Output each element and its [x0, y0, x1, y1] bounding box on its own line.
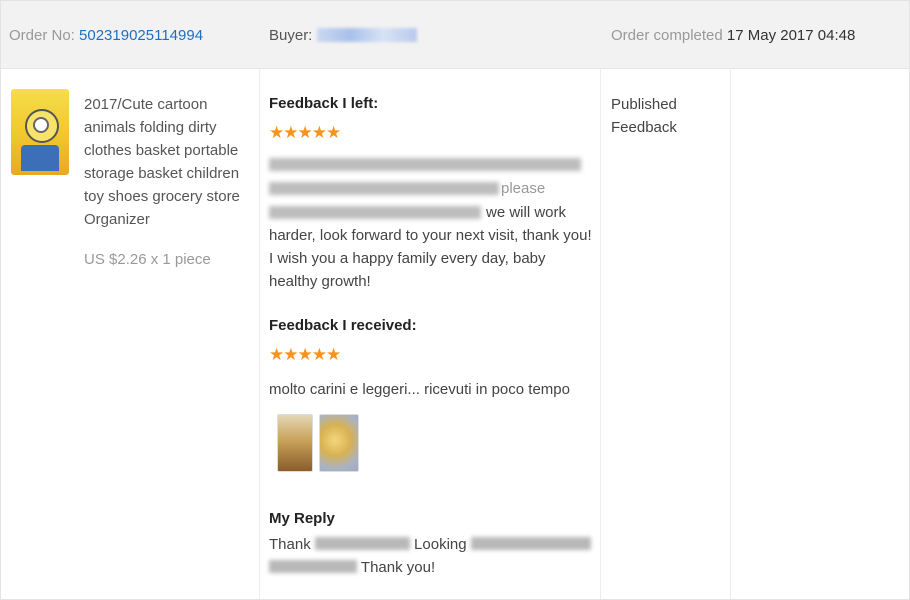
- order-completed-field: Order completed 17 May 2017 04:48: [611, 27, 855, 44]
- feedback-left-fragment: please: [501, 180, 546, 197]
- blurred-text: [269, 182, 499, 195]
- my-reply-text: Thank Looking Thank you!: [269, 533, 594, 579]
- order-number-field: Order No: 502319025114994: [9, 27, 203, 44]
- feedback-left-fragment: we will work: [486, 204, 567, 221]
- blurred-text: [269, 206, 481, 219]
- order-completed-label: Order completed: [611, 27, 723, 44]
- order-number-link[interactable]: 502319025114994: [79, 27, 203, 44]
- product-title-link[interactable]: 2017/Cute cartoon animals folding dirty …: [84, 93, 244, 231]
- feedback-left-text: harder, look forward to your next visit,…: [269, 227, 592, 290]
- buyer-name-link[interactable]: [316, 28, 417, 42]
- feedback-received-text: molto carini e leggeri... ricevuti in po…: [269, 381, 570, 398]
- column-divider: [730, 68, 731, 599]
- reply-fragment: Looking: [414, 536, 467, 553]
- reply-fragment: Thank you!: [360, 559, 436, 576]
- feedback-status: Published Feedback: [611, 93, 711, 139]
- my-reply-heading: My Reply: [269, 510, 335, 527]
- feedback-received-heading: Feedback I received:: [269, 317, 417, 334]
- minion-eye-shape: [33, 117, 49, 133]
- blurred-text: [314, 537, 410, 550]
- feedback-left-stars: ★★★★★: [269, 123, 341, 142]
- status-text: Published Feedback: [611, 96, 677, 136]
- order-number-label: Order No:: [9, 27, 75, 44]
- blurred-text: [470, 537, 591, 550]
- buyer-photo-thumbnail[interactable]: [319, 414, 359, 472]
- feedback-left-heading: Feedback I left:: [269, 95, 379, 112]
- blurred-text: [269, 560, 357, 573]
- buyer-photo-thumbnail[interactable]: [277, 414, 313, 472]
- column-divider: [259, 68, 260, 599]
- feedback-received-stars: ★★★★★: [269, 345, 341, 364]
- blurred-text: [269, 158, 581, 171]
- product-thumbnail[interactable]: [11, 89, 69, 175]
- column-divider: [600, 68, 601, 599]
- reply-fragment: Thank: [269, 536, 311, 553]
- order-header: Order No: 502319025114994 Buyer: Order c…: [1, 1, 909, 69]
- order-feedback-panel: Order No: 502319025114994 Buyer: Order c…: [0, 0, 910, 600]
- product-price: US $2.26 x 1 piece: [84, 251, 211, 268]
- buyer-field: Buyer:: [269, 27, 417, 44]
- order-completed-date: 17 May 2017 04:48: [726, 27, 856, 44]
- minion-overall-shape: [21, 145, 59, 171]
- buyer-label: Buyer:: [269, 27, 313, 44]
